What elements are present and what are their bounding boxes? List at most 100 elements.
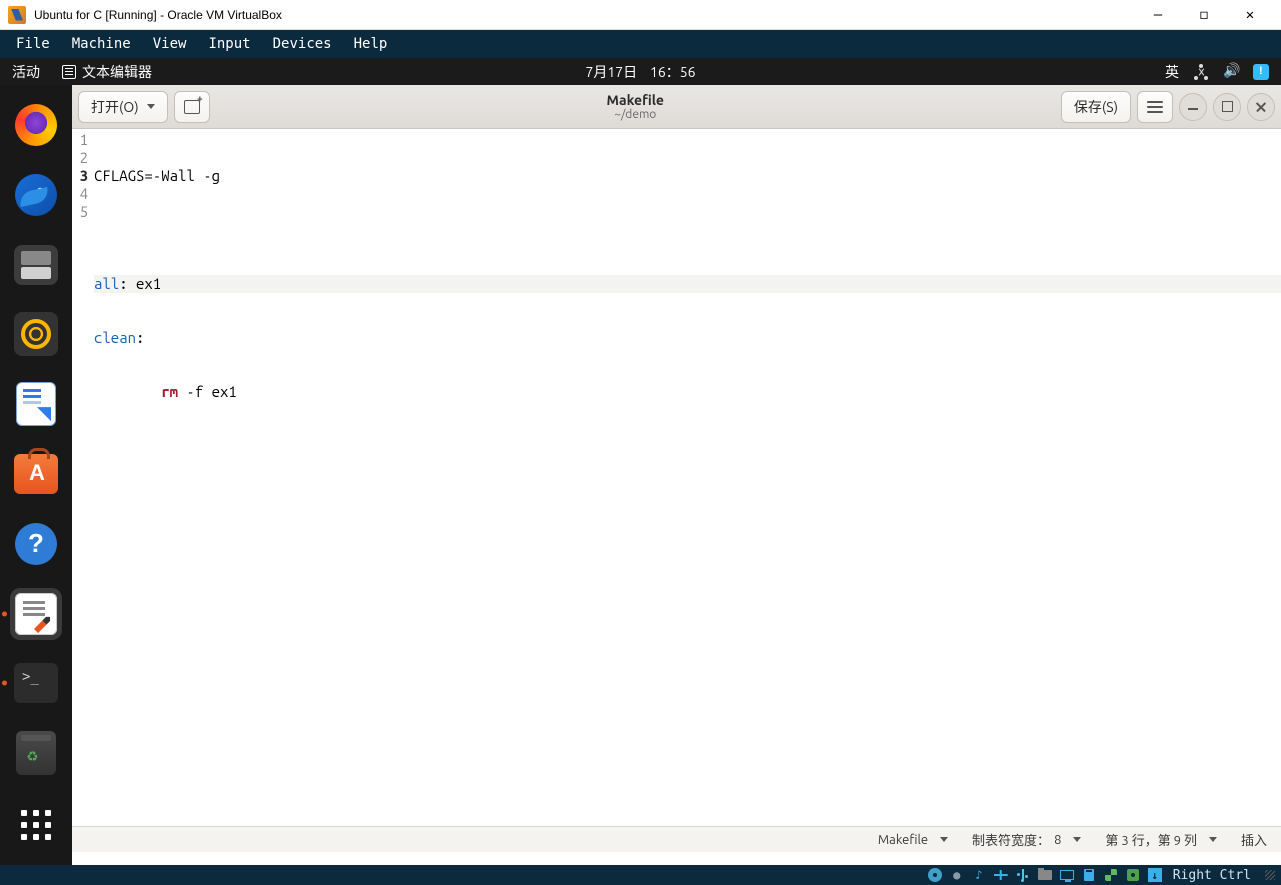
new-document-icon xyxy=(184,100,200,114)
volume-icon[interactable] xyxy=(1223,64,1239,80)
guest-display: 活动 文本编辑器 7月17日 16：56 英 ? xyxy=(0,58,1281,865)
dock-ubuntu-software[interactable] xyxy=(10,448,62,500)
window-minimize-button[interactable] xyxy=(1179,93,1207,121)
document-path: ~/demo xyxy=(216,108,1055,121)
help-icon: ? xyxy=(15,523,57,565)
menu-file[interactable]: File xyxy=(6,34,60,54)
host-minimize-button[interactable]: — xyxy=(1135,0,1181,30)
chevron-down-icon xyxy=(940,837,948,842)
vb-clipboard-icon[interactable] xyxy=(1081,867,1097,883)
line-number-gutter: 1 2 3 4 5 xyxy=(72,129,90,826)
virtualbox-window-title: Ubuntu for C [Running] - Oracle VM Virtu… xyxy=(34,8,282,22)
menu-help[interactable]: Help xyxy=(344,34,398,54)
clock-time: 16：56 xyxy=(650,64,696,80)
line-number: 4 xyxy=(72,185,90,203)
gnome-dock: ? xyxy=(0,85,72,865)
tab-width-value: 8 xyxy=(1054,833,1061,847)
syntax-mode-label: Makefile xyxy=(878,833,928,847)
resize-grip-icon[interactable] xyxy=(1265,870,1275,880)
dock-trash[interactable] xyxy=(10,727,62,779)
vb-harddisk-icon[interactable] xyxy=(927,867,943,883)
chevron-down-icon xyxy=(1209,837,1217,842)
text-editor-icon xyxy=(62,65,76,79)
menu-input[interactable]: Input xyxy=(198,34,260,54)
hamburger-menu-button[interactable] xyxy=(1137,91,1173,123)
gedit-headerbar: 打开(O) Makefile ~/demo 保存(S) xyxy=(72,85,1281,129)
line-number: 1 xyxy=(72,131,90,149)
window-close-button[interactable] xyxy=(1247,93,1275,121)
clock-button[interactable]: 7月17日 16：56 xyxy=(585,62,695,82)
gedit-statusbar: Makefile 制表符宽度： 8 第 3 行，第 9 列 插入 xyxy=(72,826,1281,852)
virtualbox-menubar: File Machine View Input Devices Help xyxy=(0,30,1281,58)
vb-host-key-indicator-icon[interactable] xyxy=(1147,867,1163,883)
gedit-title-area: Makefile ~/demo xyxy=(216,92,1055,121)
dock-files[interactable] xyxy=(10,239,62,291)
window-maximize-button[interactable] xyxy=(1213,93,1241,121)
vb-drag-drop-icon[interactable] xyxy=(1103,867,1119,883)
active-app-name: 文本编辑器 xyxy=(82,62,152,82)
power-notification-icon[interactable] xyxy=(1253,64,1269,80)
code-line: rm -f ex1 xyxy=(94,383,1281,401)
vb-audio-icon[interactable] xyxy=(971,867,987,883)
dock-help[interactable]: ? xyxy=(10,518,62,570)
chevron-down-icon xyxy=(1073,837,1081,842)
menu-view[interactable]: View xyxy=(143,34,197,54)
activities-button[interactable]: 活动 xyxy=(0,62,52,82)
open-button-label: 打开(O) xyxy=(91,97,139,117)
vb-optical-icon[interactable] xyxy=(949,867,965,883)
vb-display-icon[interactable] xyxy=(1059,867,1075,883)
tab-width-selector[interactable]: 制表符宽度： 8 xyxy=(972,830,1081,849)
libreoffice-writer-icon xyxy=(16,382,56,426)
active-app-indicator[interactable]: 文本编辑器 xyxy=(52,62,162,82)
insert-mode-indicator[interactable]: 插入 xyxy=(1241,830,1267,849)
minimize-icon xyxy=(1188,104,1198,110)
clock-date: 7月17日 xyxy=(585,64,637,80)
menu-machine[interactable]: Machine xyxy=(62,34,141,54)
vb-host-key-label: Right Ctrl xyxy=(1169,868,1255,883)
vb-recording-icon[interactable] xyxy=(1125,867,1141,883)
line-number: 3 xyxy=(72,167,90,185)
menu-devices[interactable]: Devices xyxy=(263,34,342,54)
hamburger-icon xyxy=(1147,101,1163,113)
gnome-topbar: 活动 文本编辑器 7月17日 16：56 英 xyxy=(0,58,1281,85)
dock-firefox[interactable] xyxy=(10,99,62,151)
editor-area[interactable]: 1 2 3 4 5 CFLAGS=-Wall -g all: ex1 clean… xyxy=(72,129,1281,826)
text-editor-icon xyxy=(15,593,57,635)
line-number: 2 xyxy=(72,149,90,167)
input-method-indicator[interactable]: 英 xyxy=(1165,62,1179,82)
syntax-mode-selector[interactable]: Makefile xyxy=(878,833,948,847)
virtualbox-titlebar: Ubuntu for C [Running] - Oracle VM Virtu… xyxy=(0,0,1281,30)
running-indicator-icon xyxy=(2,611,7,616)
running-indicator-icon xyxy=(2,681,7,686)
dock-thunderbird[interactable] xyxy=(10,169,62,221)
network-icon[interactable] xyxy=(1193,64,1209,80)
host-maximize-button[interactable]: ◻ xyxy=(1181,0,1227,30)
thunderbird-icon xyxy=(15,174,57,216)
chevron-down-icon xyxy=(147,104,155,109)
virtualbox-logo-icon xyxy=(8,6,26,24)
dock-text-editor[interactable] xyxy=(10,588,62,640)
new-tab-button[interactable] xyxy=(174,91,210,123)
code-content[interactable]: CFLAGS=-Wall -g all: ex1 clean: rm -f ex… xyxy=(90,129,1281,826)
dock-libreoffice-writer[interactable] xyxy=(10,378,62,430)
virtualbox-statusbar: Right Ctrl xyxy=(0,865,1281,885)
vb-shared-folders-icon[interactable] xyxy=(1037,867,1053,883)
firefox-icon xyxy=(15,104,57,146)
rhythmbox-icon xyxy=(14,312,58,356)
document-title: Makefile xyxy=(216,92,1055,108)
ubuntu-software-icon xyxy=(14,454,58,494)
open-button[interactable]: 打开(O) xyxy=(78,91,168,123)
system-tray[interactable]: 英 xyxy=(1165,62,1281,82)
vb-usb-icon[interactable] xyxy=(1015,867,1031,883)
terminal-icon xyxy=(14,663,58,703)
maximize-icon xyxy=(1222,101,1233,112)
tab-width-label: 制表符宽度： xyxy=(972,830,1050,849)
dock-show-applications[interactable] xyxy=(10,799,62,851)
dock-rhythmbox[interactable] xyxy=(10,308,62,360)
dock-terminal[interactable] xyxy=(10,658,62,710)
vb-network-icon[interactable] xyxy=(993,867,1009,883)
cursor-position-label: 第 3 行，第 9 列 xyxy=(1105,830,1197,849)
save-button[interactable]: 保存(S) xyxy=(1061,91,1131,123)
host-close-button[interactable]: ✕ xyxy=(1227,0,1273,30)
code-line: clean: xyxy=(94,329,1281,347)
